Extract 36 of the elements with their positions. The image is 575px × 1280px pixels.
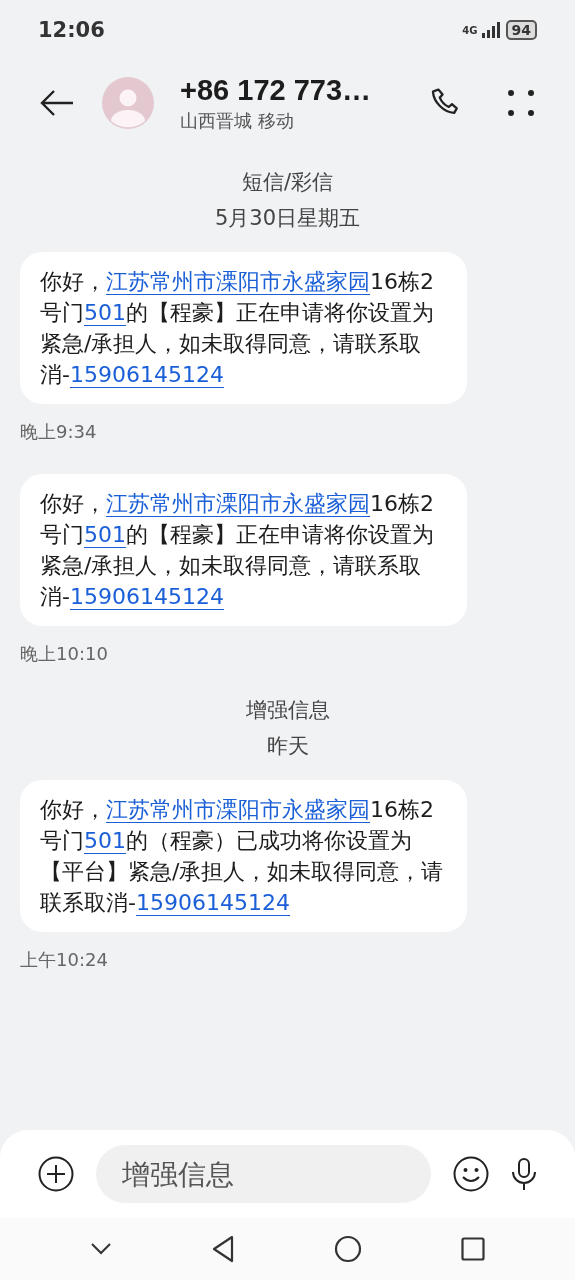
microphone-icon[interactable] — [511, 1157, 537, 1191]
date-header: 5月30日星期五 — [214, 205, 361, 232]
home-icon[interactable] — [334, 1235, 363, 1263]
contact-location: 山西晋城 移动 — [180, 108, 295, 133]
message-link[interactable]: 501 — [84, 828, 126, 854]
message-link[interactable]: 15906145124 — [135, 890, 290, 916]
message-bubble: 你好，江苏常州市溧阳市永盛家园16栋2号门501的【程豪】正在申请将你设置为紧急/承担人，如未取得同意，请联系取消-15906145124 — [20, 474, 467, 626]
message-time: 晚上10:10 — [20, 642, 108, 666]
message-time: 晚上9:34 — [20, 420, 97, 444]
date-header: 短信/彩信 — [241, 169, 334, 196]
avatar-icon — [102, 77, 154, 129]
date-header: 增强信息 — [245, 697, 330, 724]
contact-name: +86 172 773… — [180, 73, 373, 107]
message-link[interactable]: 501 — [84, 300, 126, 326]
message-bubble: 你好，江苏常州市溧阳市永盛家园16栋2号门501的【程豪】正在申请将你设置为紧急/承担人，如未取得同意，请联系取消-15906145124 — [20, 252, 467, 404]
date-header: 昨天 — [266, 733, 309, 760]
message-time: 上午10:24 — [20, 948, 108, 972]
status-time: 12:06 — [38, 18, 105, 42]
message-link[interactable]: 江苏常州市溧阳市永盛家园 — [106, 269, 370, 295]
message-link[interactable]: 501 — [84, 522, 126, 548]
message-link[interactable]: 15906145124 — [69, 584, 224, 610]
message-link[interactable]: 15906145124 — [69, 362, 224, 388]
add-icon[interactable] — [38, 1156, 74, 1192]
message-link[interactable]: 江苏常州市溧阳市永盛家园 — [106, 491, 370, 517]
emoji-icon[interactable] — [453, 1156, 489, 1192]
back-icon[interactable] — [210, 1235, 235, 1263]
message-bubble: 你好，江苏常州市溧阳市永盛家园16栋2号门501的（程豪）已成功将你设置为【平台】紧急/承担人，如未取得同意，请联系取消-15906145124 — [20, 780, 467, 932]
signal-icon — [481, 22, 502, 38]
chevron-down-icon[interactable] — [89, 1242, 112, 1256]
message-input[interactable]: 增强信息 — [96, 1145, 431, 1203]
back-arrow-icon[interactable] — [40, 89, 74, 117]
more-options-icon[interactable] — [507, 89, 535, 117]
recents-icon[interactable] — [461, 1237, 486, 1261]
network-label: 4G — [462, 24, 478, 36]
message-link[interactable]: 江苏常州市溧阳市永盛家园 — [106, 797, 370, 823]
battery-level: 94 — [505, 20, 537, 40]
